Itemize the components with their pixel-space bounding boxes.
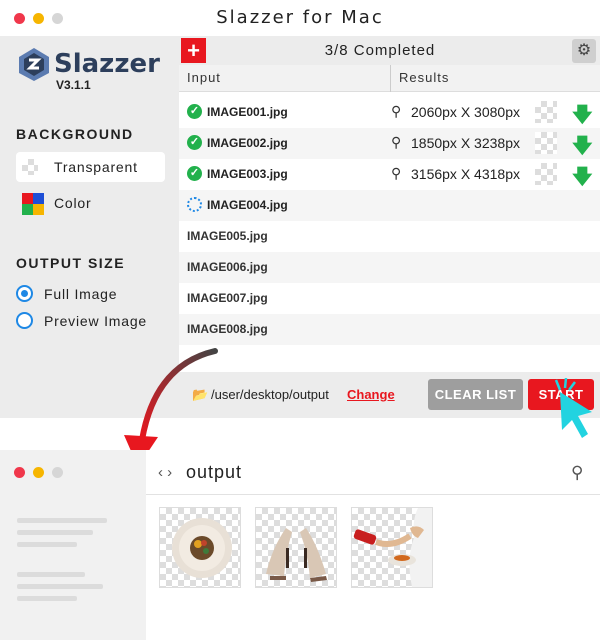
list-item[interactable]: ✓ IMAGE003.jpg ⚲ 3156px X 4318px 🡇 — [179, 159, 600, 190]
radio-selected-icon[interactable] — [16, 285, 33, 302]
folder-title: output — [186, 462, 243, 482]
background-heading: BACKGROUND — [16, 126, 134, 142]
list-item[interactable]: IMAGE005.jpg — [179, 221, 600, 252]
file-name: IMAGE006.jpg — [187, 260, 268, 274]
sidebar-placeholder-line — [17, 518, 107, 523]
file-tile-food-plate[interactable] — [159, 507, 241, 588]
zoom-icon[interactable]: ⚲ — [391, 103, 401, 120]
file-name: IMAGE004.jpg — [207, 198, 288, 212]
close-window-button[interactable] — [14, 467, 25, 478]
file-name: IMAGE002.jpg — [207, 136, 288, 150]
check-icon: ✓ — [187, 104, 202, 119]
result-size: 2060px X 3080px — [411, 104, 520, 120]
file-name: IMAGE007.jpg — [187, 291, 268, 305]
progress-status: 3/8 Completed — [324, 42, 436, 59]
color-swatch-icon — [22, 193, 44, 215]
option-label: Transparent — [54, 159, 138, 175]
list-item[interactable]: ✓ IMAGE002.jpg ⚲ 1850px X 3238px 🡇 — [179, 128, 600, 159]
file-tile-person-pouring[interactable] — [351, 507, 433, 588]
search-icon[interactable]: ⚲ — [571, 463, 583, 483]
version-label: V3.1.1 — [56, 78, 91, 92]
window-title: Slazzer for Mac — [216, 7, 384, 28]
option-label: Color — [54, 195, 92, 211]
output-size-heading: OUTPUT SIZE — [16, 255, 126, 271]
file-name: IMAGE001.jpg — [207, 105, 288, 119]
file-name: IMAGE005.jpg — [187, 229, 268, 243]
results-column-header: Results — [399, 70, 450, 85]
list-item[interactable]: IMAGE006.jpg — [179, 252, 600, 283]
person-pouring-image — [353, 508, 432, 587]
output-option-preview-image[interactable]: Preview Image — [16, 311, 171, 331]
sandals-image — [266, 528, 327, 582]
loading-spinner-icon — [187, 197, 202, 212]
change-path-link[interactable]: Change — [347, 387, 395, 402]
zoom-window-button[interactable] — [52, 467, 63, 478]
output-path: /user/desktop/output — [211, 387, 329, 402]
file-name: IMAGE003.jpg — [207, 167, 288, 181]
result-thumbnail[interactable] — [535, 163, 557, 185]
check-icon: ✓ — [187, 166, 202, 181]
option-label: Full Image — [44, 286, 118, 302]
list-item[interactable]: IMAGE008.jpg — [179, 314, 600, 345]
zoom-icon[interactable]: ⚲ — [391, 134, 401, 151]
zoom-icon[interactable]: ⚲ — [391, 165, 401, 182]
result-size: 1850px X 3238px — [411, 135, 520, 151]
sidebar-placeholder-line — [17, 542, 77, 547]
option-label: Preview Image — [44, 313, 147, 329]
background-option-transparent[interactable]: Transparent — [16, 152, 165, 182]
list-item[interactable]: ✓ IMAGE001.jpg ⚲ 2060px X 3080px 🡇 — [179, 97, 600, 128]
radio-unselected-icon[interactable] — [16, 312, 33, 329]
result-thumbnail[interactable] — [535, 101, 557, 123]
list-item[interactable]: IMAGE007.jpg — [179, 283, 600, 314]
back-forward-icon[interactable]: ‹ › — [158, 464, 172, 481]
input-column-header: Input — [187, 70, 221, 85]
food-plate-image — [172, 518, 232, 578]
transparent-swatch-icon — [22, 159, 38, 175]
sidebar-placeholder-line — [17, 530, 93, 535]
sidebar-placeholder-line — [17, 584, 103, 589]
minimize-window-button[interactable] — [33, 467, 44, 478]
background-option-color[interactable]: Color — [16, 188, 165, 218]
output-option-full-image[interactable]: Full Image — [16, 284, 166, 304]
list-header: Input Results — [179, 65, 600, 92]
result-size: 3156px X 4318px — [411, 166, 520, 182]
mouse-cursor-icon — [554, 378, 592, 438]
sidebar-placeholder-line — [17, 572, 85, 577]
sidebar-placeholder-line — [17, 596, 77, 601]
list-item[interactable]: IMAGE004.jpg — [179, 190, 600, 221]
file-tile-sandals[interactable] — [255, 507, 337, 588]
clear-list-button[interactable]: CLEAR LIST — [428, 379, 523, 410]
result-thumbnail[interactable] — [535, 132, 557, 154]
check-icon: ✓ — [187, 135, 202, 150]
file-name: IMAGE008.jpg — [187, 322, 268, 336]
gear-icon[interactable]: ⚙ — [572, 39, 596, 63]
